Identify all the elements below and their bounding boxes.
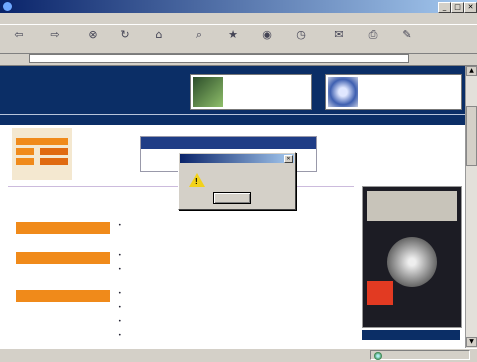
site-header [0, 66, 465, 114]
ad-banner-phones[interactable] [190, 74, 312, 110]
scroll-down-icon[interactable]: ▼ [466, 337, 477, 347]
scroll-thumb[interactable] [466, 106, 477, 166]
link-item[interactable] [118, 304, 124, 311]
address-input[interactable] [29, 54, 409, 63]
address-bar [0, 53, 477, 66]
mail-icon: ✉ [334, 28, 344, 41]
cd-image [328, 77, 358, 107]
favorites-icon: ★ [228, 28, 238, 41]
stop-icon: ⊗ [88, 28, 98, 41]
forward-button[interactable]: ⇨ [40, 27, 70, 51]
back-button[interactable]: ⇦ [4, 27, 34, 51]
history-button[interactable]: ◷ [286, 27, 316, 51]
toolbar: ⇦ ⇨ ⊗ ↻ ⌂ ⌕ ★ ◉ ◷ ✉ ⎙ ✎ [0, 24, 477, 54]
logo-bar [16, 148, 34, 155]
logo-bar [16, 138, 68, 145]
section-first-look[interactable] [16, 290, 110, 302]
site-nav-strip [0, 114, 465, 125]
link-item[interactable] [118, 318, 124, 325]
cover-header-image [367, 191, 457, 221]
refresh-button[interactable]: ↻ [110, 27, 140, 51]
minimize-button[interactable]: _ [438, 2, 451, 13]
mail-button[interactable]: ✉ [324, 27, 354, 51]
section-news-service[interactable] [16, 252, 110, 264]
ok-button[interactable] [213, 192, 251, 204]
media-button[interactable]: ◉ [252, 27, 282, 51]
link-item[interactable] [118, 222, 124, 229]
phone-ad-image [193, 77, 223, 107]
section-editors-column[interactable] [16, 222, 110, 234]
link-item[interactable] [118, 290, 124, 297]
ad-banner-software[interactable] [325, 74, 462, 110]
search-button[interactable]: ⌕ [184, 27, 214, 51]
back-icon: ⇦ [14, 28, 24, 41]
alert-close-button[interactable]: ✕ [284, 155, 293, 163]
print-button[interactable]: ⎙ [358, 27, 388, 51]
stop-button[interactable]: ⊗ [78, 27, 108, 51]
refresh-icon: ↻ [120, 28, 130, 41]
dont-forget-banner[interactable] [320, 140, 400, 168]
window-titlebar[interactable]: _ □ ✕ [0, 0, 477, 13]
security-zone [370, 350, 470, 360]
forward-icon: ⇨ [50, 28, 60, 41]
magazine-cover[interactable] [362, 186, 462, 328]
link-item[interactable] [118, 266, 124, 273]
favorites-button[interactable]: ★ [218, 27, 248, 51]
vertical-scrollbar[interactable]: ▲ ▼ [465, 66, 477, 348]
ie-logo-icon [3, 2, 12, 11]
alert-title[interactable] [180, 154, 294, 163]
maximize-button[interactable]: □ [451, 2, 464, 13]
home-button[interactable]: ⌂ [144, 27, 174, 51]
archive-link[interactable] [362, 330, 460, 340]
link-item[interactable] [118, 252, 124, 259]
globe-icon [374, 352, 382, 360]
logo-bar [40, 148, 68, 155]
close-button[interactable]: ✕ [464, 2, 477, 13]
logo-bar [16, 158, 34, 165]
media-icon: ◉ [262, 28, 272, 41]
scroll-up-icon[interactable]: ▲ [466, 66, 477, 76]
alert-dialog: ✕ ! [178, 152, 296, 210]
cover-disk-image [387, 237, 437, 287]
content-area [8, 186, 354, 347]
edit-icon: ✎ [402, 28, 412, 41]
home-icon: ⌂ [155, 28, 163, 41]
computer-home-logo[interactable] [12, 128, 72, 180]
search-icon: ⌕ [195, 28, 203, 41]
warning-mark: ! [195, 177, 198, 186]
link-item[interactable] [118, 332, 124, 339]
print-icon: ⎙ [368, 28, 378, 41]
cover-red-block [367, 281, 393, 305]
banner-line-1 [141, 137, 316, 149]
history-icon: ◷ [296, 28, 306, 41]
status-bar [0, 348, 477, 362]
edit-button[interactable]: ✎ [392, 27, 422, 51]
logo-bar [40, 158, 68, 165]
menubar [0, 13, 477, 24]
